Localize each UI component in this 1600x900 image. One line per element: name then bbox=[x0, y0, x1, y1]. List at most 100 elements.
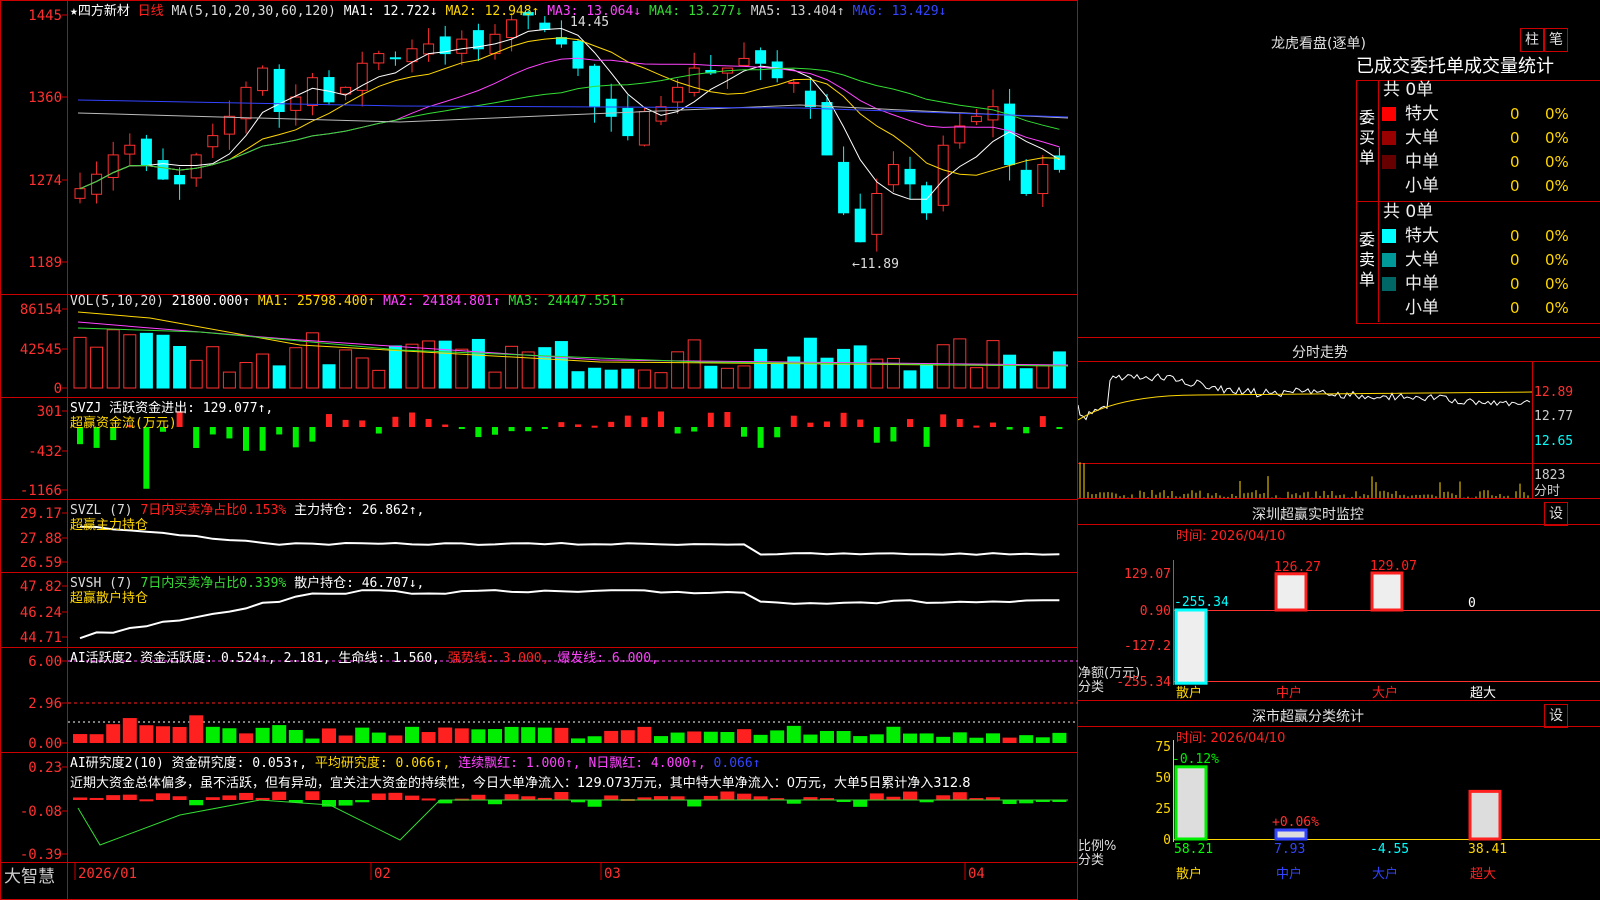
volume-bar bbox=[471, 338, 485, 389]
research-bar bbox=[853, 800, 868, 807]
volume-bar bbox=[554, 341, 568, 389]
ai2-nred: N日飘红: 4.000↑, bbox=[588, 756, 714, 771]
fundflow-bar bbox=[624, 415, 631, 427]
buy-row-count: 0 bbox=[1510, 129, 1520, 147]
activity-bar bbox=[288, 730, 303, 743]
svsh-pct: 7日内买卖净占比0.339% bbox=[140, 576, 287, 591]
tick-view-button[interactable]: 笔 bbox=[1544, 28, 1568, 52]
research-bar bbox=[670, 796, 685, 800]
volume-bar bbox=[73, 336, 87, 389]
activity-bar bbox=[172, 726, 187, 743]
research-bar bbox=[720, 791, 735, 800]
volume-bar bbox=[1019, 368, 1033, 389]
activity-bar bbox=[139, 725, 154, 743]
sell-row-swatch bbox=[1382, 301, 1396, 315]
activity-bar bbox=[554, 727, 569, 743]
research-bar bbox=[936, 795, 951, 800]
sz-stats-footer: 比例% 分类 bbox=[1078, 840, 1116, 868]
volume-bar bbox=[123, 334, 137, 389]
volume-bar bbox=[189, 359, 203, 389]
volume-bar bbox=[289, 347, 303, 389]
fundflow-bar bbox=[475, 427, 482, 438]
axis-tick-label: 2.96 bbox=[28, 696, 62, 712]
stock-name[interactable]: ★四方新材 bbox=[70, 4, 130, 19]
fundflow-bar bbox=[990, 422, 996, 427]
axis-tick-label: 0.00 bbox=[28, 736, 62, 752]
fundflow-bar bbox=[840, 412, 847, 427]
ma-value-3: MA3: 13.064↓ bbox=[539, 4, 642, 19]
brand-logo: 大智慧 bbox=[4, 867, 55, 887]
activity-bar bbox=[919, 733, 934, 743]
net-amount-label: 净额(万元) bbox=[1078, 666, 1141, 681]
vol-panel-header: VOL(5,10,20) 21800.000↑ MA1: 25798.400↑ … bbox=[70, 294, 626, 309]
research-bar bbox=[355, 800, 370, 803]
buy-row-name: 大单 bbox=[1405, 128, 1439, 148]
period-label[interactable]: 日线 bbox=[138, 4, 164, 19]
candle-body bbox=[539, 22, 551, 30]
research-bar bbox=[703, 795, 718, 800]
axis-tick-label: 46.24 bbox=[20, 605, 62, 621]
candle-body bbox=[174, 174, 186, 185]
candle-body bbox=[638, 110, 650, 146]
buy-row-swatch bbox=[1382, 179, 1396, 193]
candle-body bbox=[306, 77, 318, 107]
fundflow-bar bbox=[409, 412, 415, 427]
axis-tick-label: -0.08 bbox=[20, 804, 62, 820]
axis-tick-label: -1166 bbox=[20, 483, 62, 499]
activity-bar bbox=[454, 728, 469, 743]
axis-tick-label: 26.59 bbox=[20, 555, 62, 571]
activity-bar bbox=[836, 731, 851, 743]
research-bar bbox=[89, 797, 104, 800]
research-bar bbox=[272, 791, 287, 800]
buy-row-name: 特大 bbox=[1405, 104, 1439, 124]
sell-row-percent: 0% bbox=[1545, 275, 1569, 293]
sz-monitor-footer: 净额(万元) 分类 bbox=[1078, 667, 1140, 695]
sz-stats-settings-button[interactable]: 设 bbox=[1544, 704, 1568, 728]
sell-row-name: 中单 bbox=[1405, 274, 1439, 294]
sz-monitor-settings-button[interactable]: 设 bbox=[1544, 502, 1568, 526]
research-bar bbox=[106, 795, 121, 800]
axis-tick-label: 1360 bbox=[28, 90, 62, 106]
research-bar bbox=[554, 791, 569, 800]
fundflow-bar bbox=[724, 411, 731, 427]
volume-bar bbox=[339, 349, 353, 389]
research-bar bbox=[172, 796, 187, 800]
fundflow-bar bbox=[940, 414, 947, 427]
volume-bar bbox=[720, 367, 734, 389]
volume-bar bbox=[1036, 365, 1050, 389]
bar-view-button[interactable]: 柱 bbox=[1520, 28, 1544, 52]
volume-bar bbox=[1003, 354, 1017, 389]
research-bar bbox=[504, 794, 519, 800]
candle-body bbox=[755, 50, 767, 64]
ai1-burst: 爆发线: 6.000, bbox=[557, 651, 659, 666]
candle-body bbox=[970, 115, 982, 123]
research-bar bbox=[122, 794, 137, 800]
volume-bar bbox=[754, 348, 768, 389]
activity-bar bbox=[786, 725, 801, 743]
volume-bar bbox=[1052, 351, 1066, 389]
research-bar bbox=[222, 795, 237, 800]
fundflow-bar bbox=[143, 427, 150, 489]
fundflow-bar bbox=[492, 427, 498, 435]
vol-ma1: MA1: 25798.400↑ bbox=[257, 294, 376, 309]
volume-bar bbox=[770, 363, 784, 389]
activity-bar bbox=[886, 726, 901, 743]
sell-row-swatch bbox=[1382, 277, 1396, 291]
main-holding-line bbox=[79, 525, 1060, 556]
volume-bar bbox=[687, 339, 701, 389]
sell-row-count: 0 bbox=[1510, 275, 1520, 293]
activity-bar bbox=[952, 732, 967, 743]
vol-ma3: MA3: 24447.551↑ bbox=[508, 294, 626, 309]
right-sidebar: 龙虎看盘(逐单) 柱 笔 已成交委托单成交量统计 委买单 委卖单 共 0单 特大… bbox=[1078, 0, 1600, 900]
activity-bar bbox=[1002, 737, 1017, 743]
activity-bar bbox=[969, 737, 984, 743]
research-bar bbox=[338, 800, 353, 806]
buy-row-name: 小单 bbox=[1405, 176, 1439, 196]
sell-row-name: 特大 bbox=[1405, 226, 1439, 246]
fundflow-bar bbox=[392, 416, 399, 427]
axis-tick-label: 301 bbox=[37, 404, 62, 420]
category-label-2: 分类 bbox=[1078, 853, 1105, 868]
research-bar bbox=[438, 800, 453, 804]
svzl-sub: 超赢主力持仓 bbox=[70, 518, 149, 533]
date-label: 2026/01 bbox=[78, 866, 137, 882]
